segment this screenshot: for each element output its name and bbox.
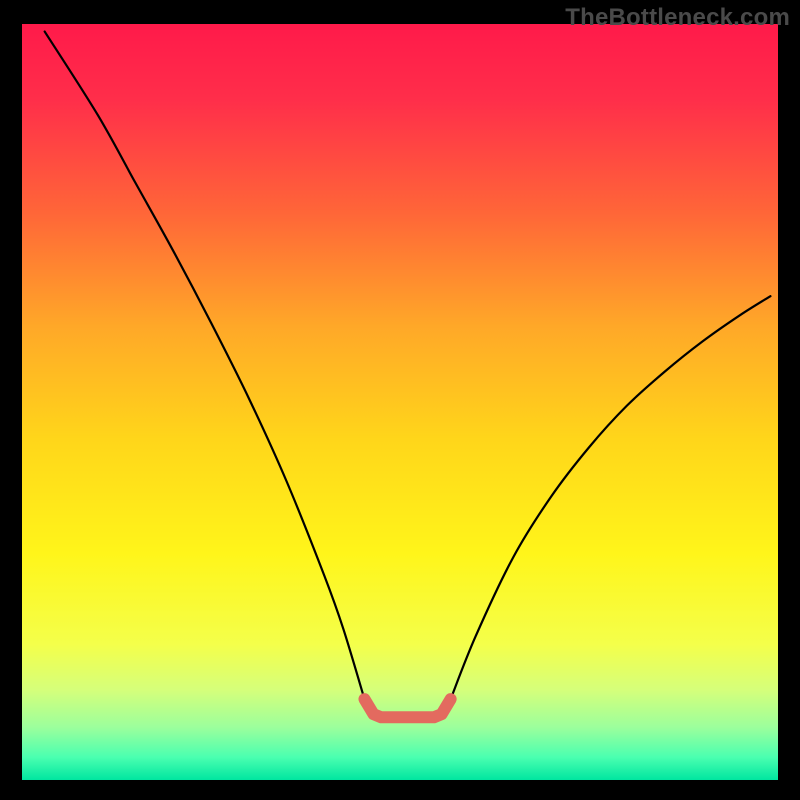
bottleneck-chart [0, 0, 800, 800]
chart-container: TheBottleneck.com [0, 0, 800, 800]
plot-gradient-background [22, 24, 778, 780]
watermark-text: TheBottleneck.com [565, 4, 790, 32]
